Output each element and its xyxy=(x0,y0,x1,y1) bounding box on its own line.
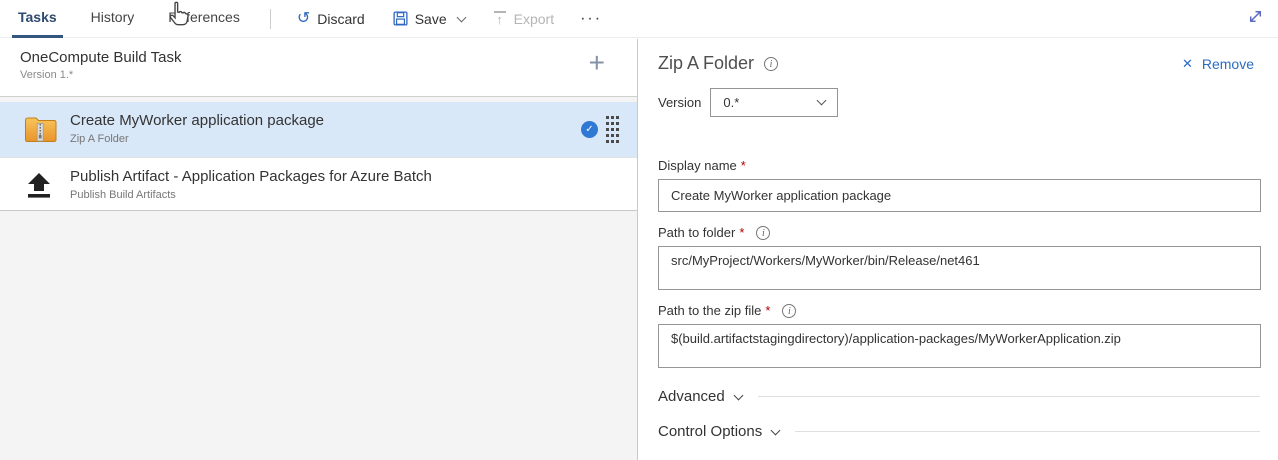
toolbar: Tasks History References ↺ Discard Save xyxy=(0,0,1278,38)
export-label: Export xyxy=(514,11,554,27)
close-icon: ✕ xyxy=(1182,56,1193,72)
phase-title: OneCompute Build Task xyxy=(20,49,637,66)
task-subtitle: Publish Build Artifacts xyxy=(70,189,637,201)
phase-header[interactable]: OneCompute Build Task Version 1.* + xyxy=(0,39,637,97)
toolbar-divider xyxy=(270,9,271,29)
tab-references[interactable]: References xyxy=(162,0,246,38)
phase-version: Version 1.* xyxy=(20,69,637,81)
discard-button[interactable]: ↺ Discard xyxy=(297,11,365,27)
section-advanced[interactable]: Advanced xyxy=(658,388,1260,405)
chevron-down-icon xyxy=(771,425,781,435)
task-type-title: Zip A Folder xyxy=(658,53,754,74)
zip-folder-icon xyxy=(24,115,57,148)
chevron-down-icon xyxy=(817,96,827,106)
tab-tasks[interactable]: Tasks xyxy=(12,0,63,38)
task-title: Publish Artifact - Application Packages … xyxy=(70,168,637,185)
section-rule xyxy=(795,431,1260,432)
required-mark: * xyxy=(739,225,744,240)
chevron-down-icon xyxy=(733,390,743,400)
undo-icon: ↺ xyxy=(297,11,310,27)
tab-history[interactable]: History xyxy=(85,0,141,38)
discard-label: Discard xyxy=(317,11,364,27)
version-label: Version xyxy=(658,95,701,110)
more-options-button[interactable]: ··· xyxy=(580,10,602,28)
selected-check-icon: ✓ xyxy=(581,121,598,138)
section-rule xyxy=(758,396,1260,397)
task-title: Create MyWorker application package xyxy=(70,112,637,129)
path-to-zip-label: Path to the zip file * i xyxy=(658,303,1260,318)
display-name-label: Display name * xyxy=(658,158,1260,173)
export-icon: ↑ xyxy=(493,11,507,26)
fullscreen-icon[interactable] xyxy=(1247,8,1264,30)
task-settings-panel: Zip A Folder i ✕ Remove Version 0.* Disp… xyxy=(639,39,1278,460)
task-item-publish-artifact[interactable]: Publish Artifact - Application Packages … xyxy=(0,157,637,211)
display-name-input[interactable] xyxy=(658,179,1261,212)
drag-handle-icon[interactable] xyxy=(606,116,618,142)
version-row: Version 0.* xyxy=(658,88,1260,117)
task-list-panel: OneCompute Build Task Version 1.* + xyxy=(0,39,638,460)
info-icon[interactable]: i xyxy=(782,304,796,318)
task-subtitle: Zip A Folder xyxy=(70,133,637,145)
remove-task-button[interactable]: ✕ Remove xyxy=(1182,56,1254,72)
upload-icon xyxy=(24,173,54,204)
task-list: Create MyWorker application package Zip … xyxy=(0,102,637,211)
version-dropdown[interactable]: 0.* xyxy=(710,88,838,117)
required-mark: * xyxy=(765,303,770,318)
save-icon xyxy=(393,11,408,26)
tab-bar: Tasks History References xyxy=(12,0,268,38)
pipeline-editor: Tasks History References ↺ Discard Save xyxy=(0,0,1278,460)
task-item-zip-folder[interactable]: Create MyWorker application package Zip … xyxy=(0,102,637,157)
section-label: Advanced xyxy=(658,388,725,405)
required-mark: * xyxy=(741,158,746,173)
chevron-down-icon[interactable] xyxy=(456,12,466,22)
path-to-zip-input[interactable] xyxy=(658,324,1261,368)
section-label: Control Options xyxy=(658,423,762,440)
export-button[interactable]: ↑ Export xyxy=(493,11,554,27)
info-icon[interactable]: i xyxy=(764,57,778,71)
add-task-button[interactable]: + xyxy=(589,49,605,77)
remove-label: Remove xyxy=(1202,56,1254,72)
section-control-options[interactable]: Control Options xyxy=(658,423,1260,440)
path-to-folder-input[interactable] xyxy=(658,246,1261,290)
save-label: Save xyxy=(415,11,447,27)
detail-header: Zip A Folder i ✕ Remove xyxy=(658,53,1260,74)
version-value: 0.* xyxy=(723,95,739,110)
save-button[interactable]: Save xyxy=(393,11,465,27)
path-to-folder-label: Path to folder * i xyxy=(658,225,1260,240)
info-icon[interactable]: i xyxy=(756,226,770,240)
